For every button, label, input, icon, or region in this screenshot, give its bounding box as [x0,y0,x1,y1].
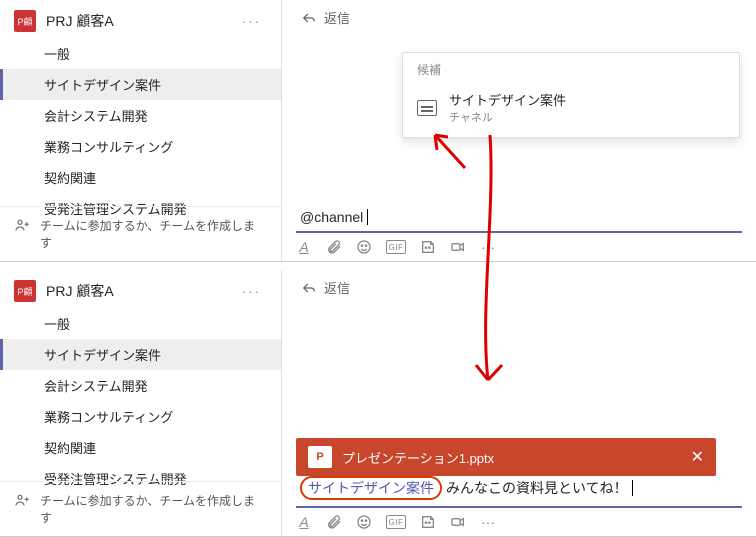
reply-button[interactable]: 返信 [282,0,756,35]
more-icon[interactable]: ··· [480,514,496,530]
team-avatar: P顧 [14,10,36,32]
join-create-label: チームに参加するか、チームを作成します [40,217,267,251]
channel-item-general[interactable]: 一般 [0,38,281,69]
attachment-filename: プレゼンテーション1.pptx [342,448,494,467]
channel-item-contracts[interactable]: 契約関連 [0,162,281,193]
channel-mention-chip[interactable]: サイトデザイン案件 [300,476,442,500]
channel-item-site-design[interactable]: サイトデザイン案件 [0,69,281,100]
suggestion-item-channel[interactable]: サイトデザイン案件 チャネル [403,82,739,137]
channel-list: 一般 サイトデザイン案件 会計システム開発 業務コンサルティング 契約関連 受発… [0,38,281,228]
attachment-remove-button[interactable]: ✕ [691,447,704,467]
attach-icon[interactable] [326,239,342,255]
channel-icon [417,100,437,116]
compose-toolbar: A GIF ··· [296,237,742,257]
team-avatar: P顧 [14,280,36,302]
suggestion-subtitle: チャネル [449,109,566,125]
team-header: P顧 PRJ 顧客A ··· [0,270,281,308]
emoji-icon[interactable] [356,514,372,530]
compose-toolbar: A GIF ··· [296,512,742,532]
attach-icon[interactable] [326,514,342,530]
sticker-icon[interactable] [420,239,436,255]
text-caret [367,209,368,225]
join-create-icon [14,217,30,233]
compose-text: @channel [300,209,363,225]
message-compose-input[interactable]: @channel [296,203,742,233]
gif-icon[interactable]: GIF [386,515,406,529]
emoji-icon[interactable] [356,239,372,255]
suggestion-header: 候補 [403,53,739,82]
meet-now-icon[interactable] [450,514,466,530]
reply-label: 返信 [324,8,350,27]
sidebar-bottom: P顧 PRJ 顧客A ··· 一般 サイトデザイン案件 会計システム開発 業務コ… [0,270,282,536]
team-name[interactable]: PRJ 顧客A [46,281,226,301]
join-create-label: チームに参加するか、チームを作成します [40,492,267,526]
team-header: P顧 PRJ 顧客A ··· [0,0,281,38]
reply-label: 返信 [324,278,350,297]
sidebar-top: P顧 PRJ 顧客A ··· 一般 サイトデザイン案件 会計システム開発 業務コ… [0,0,282,261]
channel-item-accounting[interactable]: 会計システム開発 [0,370,281,401]
team-more-button[interactable]: ··· [236,282,267,301]
channel-list: 一般 サイトデザイン案件 会計システム開発 業務コンサルティング 契約関連 受発… [0,308,281,498]
conversation-bottom: 返信 P プレゼンテーション1.pptx ✕ サイトデザイン案件 みんなこの資料… [282,270,756,536]
channel-item-consulting[interactable]: 業務コンサルティング [0,131,281,162]
powerpoint-icon: P [308,446,332,468]
team-more-button[interactable]: ··· [236,12,267,31]
meet-now-icon[interactable] [450,239,466,255]
join-create-team[interactable]: チームに参加するか、チームを作成します [0,481,281,536]
reply-icon [302,11,316,25]
format-icon[interactable]: A [296,239,312,255]
reply-button[interactable]: 返信 [282,270,756,305]
message-compose-input[interactable]: サイトデザイン案件 みんなこの資料見といてね！ [296,470,742,508]
suggestion-title: サイトデザイン案件 [449,90,566,109]
mention-suggestion-popup: 候補 サイトデザイン案件 チャネル [402,52,740,138]
channel-item-consulting[interactable]: 業務コンサルティング [0,401,281,432]
format-icon[interactable]: A [296,514,312,530]
join-create-team[interactable]: チームに参加するか、チームを作成します [0,206,281,261]
sticker-icon[interactable] [420,514,436,530]
join-create-icon [14,492,30,508]
gif-icon[interactable]: GIF [386,240,406,254]
conversation-top: 返信 候補 サイトデザイン案件 チャネル @channel A GIF [282,0,756,261]
text-caret [632,480,633,496]
team-name[interactable]: PRJ 顧客A [46,11,226,31]
reply-icon [302,281,316,295]
more-icon[interactable]: ··· [480,239,496,255]
compose-text: みんなこの資料見といてね！ [446,478,628,498]
channel-item-accounting[interactable]: 会計システム開発 [0,100,281,131]
channel-item-general[interactable]: 一般 [0,308,281,339]
channel-item-site-design[interactable]: サイトデザイン案件 [0,339,281,370]
channel-item-contracts[interactable]: 契約関連 [0,432,281,463]
